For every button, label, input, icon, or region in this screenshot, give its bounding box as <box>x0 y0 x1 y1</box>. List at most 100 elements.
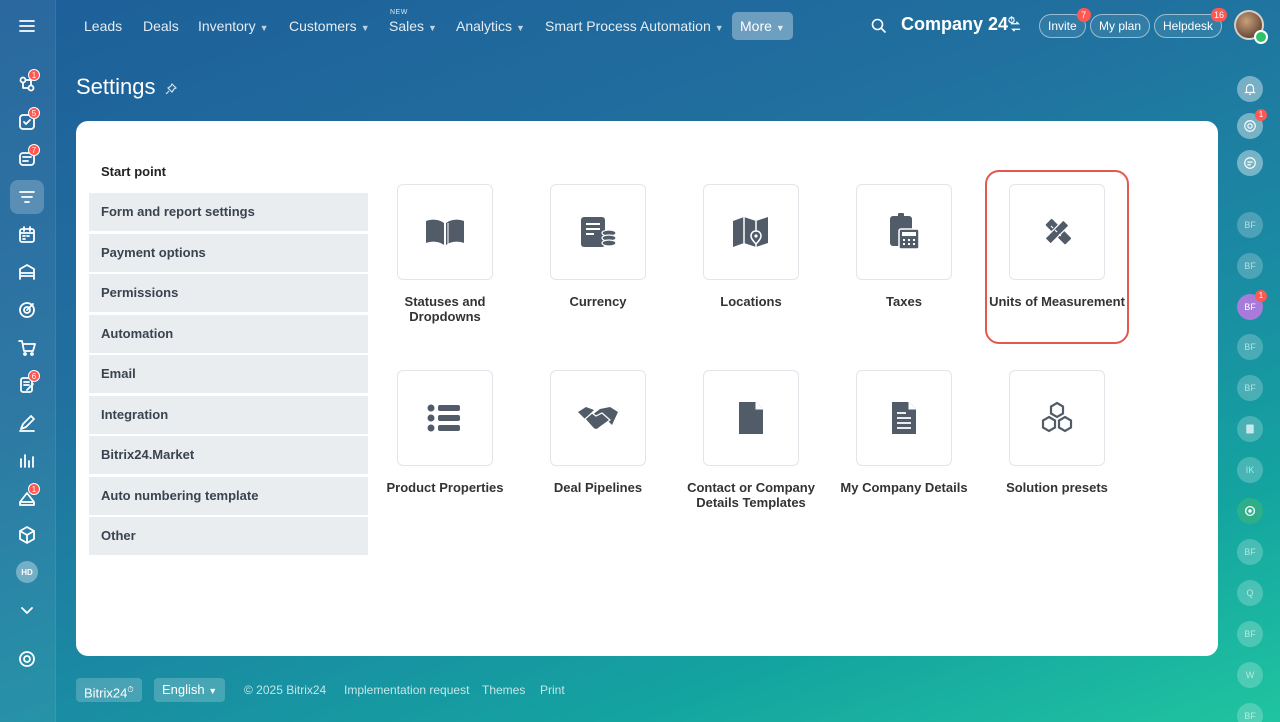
nav-analytics[interactable]: Analytics ▼ <box>456 12 525 40</box>
invite-label: Invite <box>1048 19 1077 33</box>
tasks-badge: 5 <box>28 107 40 119</box>
tile-box[interactable] <box>397 370 493 466</box>
nav-smart-process-automation[interactable]: Smart Process Automation ▼ <box>545 12 724 40</box>
themes-link[interactable]: Themes <box>482 683 525 697</box>
contact-avatar-active[interactable]: BF 1 <box>1237 290 1267 320</box>
highlight-frame <box>985 170 1129 344</box>
sites-icon[interactable]: 1 <box>10 481 44 515</box>
tile-box[interactable] <box>550 370 646 466</box>
target-icon[interactable] <box>10 293 44 327</box>
analytics-icon[interactable] <box>10 443 44 477</box>
box-icon[interactable] <box>10 518 44 552</box>
contact-avatar[interactable]: BF <box>1237 334 1263 360</box>
activity-stream-icon[interactable]: 1 <box>10 67 44 101</box>
tile-box[interactable] <box>856 184 952 280</box>
document-sign-icon[interactable]: 6 <box>10 368 44 402</box>
chevron-down-icon: ▼ <box>714 23 724 33</box>
contact-avatar[interactable]: BF <box>1237 253 1263 279</box>
contact-avatar[interactable]: BF <box>1237 375 1263 401</box>
menu-item-automation[interactable]: Automation <box>89 315 368 353</box>
contact-avatar[interactable]: Q <box>1237 580 1263 606</box>
switch-icon[interactable] <box>1009 20 1022 33</box>
menu-item-integration[interactable]: Integration <box>89 396 368 434</box>
contact-avatar[interactable]: IK <box>1237 457 1263 483</box>
sites-badge: 1 <box>28 483 40 495</box>
bell-icon[interactable] <box>1237 76 1263 102</box>
menu-item-payment[interactable]: Payment options <box>89 234 368 272</box>
tile-locations[interactable]: Locations <box>681 184 821 309</box>
chevron-down-icon: ▼ <box>360 23 370 33</box>
tile-deal-pipelines[interactable]: Deal Pipelines <box>528 370 668 495</box>
menu-item-market[interactable]: Bitrix24.Market <box>89 436 368 474</box>
invite-badge: 7 <box>1076 8 1091 22</box>
store-icon[interactable] <box>10 255 44 289</box>
tile-box[interactable] <box>397 184 493 280</box>
cart-icon[interactable] <box>10 331 44 365</box>
page-title: Settings <box>76 74 156 99</box>
contact-avatar[interactable]: BF <box>1237 703 1263 722</box>
nav-deals[interactable]: Deals <box>143 12 179 40</box>
calendar-icon[interactable] <box>10 218 44 252</box>
tile-label: Taxes <box>886 294 922 309</box>
tile-contact-company-templates[interactable]: Contact or Company Details Templates <box>681 370 821 510</box>
tile-label: Currency <box>569 294 627 309</box>
company-name[interactable]: Company 24⏱ <box>901 14 1015 35</box>
settings-gear-icon[interactable] <box>10 642 44 676</box>
tile-solution-presets[interactable]: Solution presets <box>987 370 1127 495</box>
nav-inventory[interactable]: Inventory ▼ <box>198 12 269 40</box>
menu-item-auto-numbering[interactable]: Auto numbering template <box>89 477 368 515</box>
map-icon <box>733 217 768 247</box>
menu-item-email[interactable]: Email <box>89 355 368 393</box>
tile-my-company-details[interactable]: My Company Details <box>834 370 974 495</box>
menu-start-point[interactable]: Start point <box>101 164 166 179</box>
search-icon[interactable] <box>871 18 887 34</box>
chat-icon[interactable]: 7 <box>10 142 44 176</box>
menu-item-permissions[interactable]: Permissions <box>89 274 368 312</box>
tile-box[interactable] <box>856 370 952 466</box>
language-select[interactable]: English ▼ <box>154 678 226 702</box>
left-sidebar: 1 5 7 6 1 HD <box>0 0 56 722</box>
menu-item-other[interactable]: Other <box>89 517 368 555</box>
contact-card-icon[interactable] <box>1237 416 1263 442</box>
tile-box[interactable] <box>550 184 646 280</box>
contact-avatar[interactable]: BF <box>1237 212 1263 238</box>
my-plan-button[interactable]: My plan <box>1090 14 1151 38</box>
chat-bubble-icon[interactable] <box>1237 150 1263 176</box>
invite-button[interactable]: Invite 7 <box>1039 8 1091 38</box>
tile-box[interactable] <box>703 184 799 280</box>
chevron-down-icon[interactable] <box>10 593 44 627</box>
crm-icon[interactable] <box>10 180 44 214</box>
tile-label: Contact or Company Details Templates <box>687 480 815 510</box>
tile-product-properties[interactable]: Product Properties <box>375 370 515 495</box>
helpdesk-avatar[interactable]: HD <box>10 555 44 589</box>
implementation-request-link[interactable]: Implementation request <box>344 683 469 697</box>
tile-currency[interactable]: Currency <box>528 184 668 309</box>
nav-customers[interactable]: Customers ▼ <box>289 12 370 40</box>
document-lines-icon <box>892 402 916 434</box>
tasks-icon[interactable]: 5 <box>10 105 44 139</box>
tile-label: Product Properties <box>386 480 504 495</box>
nav-more[interactable]: More ▼ <box>732 12 793 40</box>
bitrix24-footer-button[interactable]: Bitrix24⏱ <box>76 678 142 702</box>
contact-avatar[interactable]: BF <box>1237 621 1263 647</box>
contact-avatar[interactable]: W <box>1237 662 1263 688</box>
tile-label: Solution presets <box>1006 480 1108 495</box>
chevron-down-icon: ▼ <box>516 23 525 33</box>
tile-box[interactable] <box>1009 370 1105 466</box>
nav-sales[interactable]: Sales ▼ <box>389 12 437 40</box>
tile-taxes[interactable]: Taxes <box>834 184 974 309</box>
goal-icon[interactable]: 1 <box>1237 109 1267 139</box>
settings-card: Start point Form and report settings Pay… <box>76 121 1218 656</box>
tile-box[interactable] <box>703 370 799 466</box>
nav-spa-label: Smart Process Automation <box>545 18 711 34</box>
menu-item-form-report[interactable]: Form and report settings <box>89 193 368 231</box>
pen-icon[interactable] <box>10 406 44 440</box>
print-link[interactable]: Print <box>540 683 565 697</box>
pin-icon[interactable] <box>164 82 178 96</box>
nav-leads[interactable]: Leads <box>84 12 122 40</box>
contact-avatar[interactable]: BF <box>1237 539 1263 565</box>
helpdesk-button[interactable]: Helpdesk 16 <box>1154 8 1228 38</box>
copilot-icon[interactable] <box>1237 498 1263 524</box>
menu-icon[interactable] <box>10 9 44 43</box>
tile-statuses[interactable]: Statuses and Dropdowns <box>375 184 515 324</box>
